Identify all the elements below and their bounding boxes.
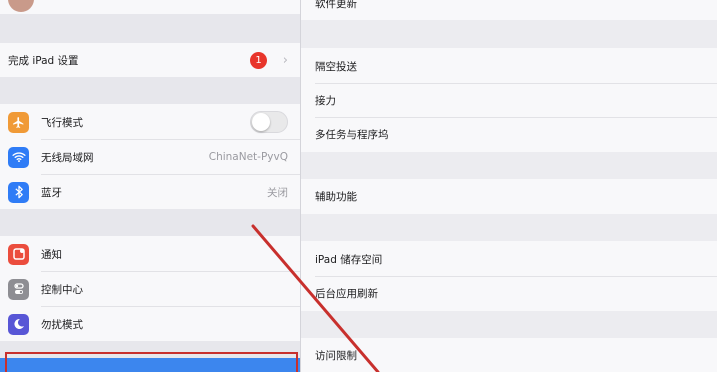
bluetooth-icon: [8, 181, 29, 203]
airplane-mode-toggle[interactable]: [250, 111, 288, 133]
detail-item-handoff[interactable]: 接力: [315, 83, 717, 117]
connectivity-group: 飞行模式 无线局域网 ChinaNet-PyvQ 蓝牙 关闭: [0, 104, 300, 209]
airplane-icon: [8, 111, 29, 133]
moon-icon: [8, 313, 29, 335]
finish-setup-row[interactable]: 完成 iPad 设置 1 ›: [0, 43, 300, 77]
settings-sidebar: 完成 iPad 设置 1 › 飞行模式 无线局域网 ChinaNet-PyvQ: [0, 0, 301, 372]
detail-item-label: 多任务与程序坞: [315, 128, 389, 141]
sidebar-item-label: 通知: [41, 248, 62, 261]
detail-group-3: iPad 储存空间 后台应用刷新: [301, 241, 717, 311]
apple-id-row[interactable]: [0, 0, 300, 14]
sidebar-item-label: 飞行模式: [41, 116, 83, 129]
control-center-icon: [8, 278, 29, 300]
detail-item-label: iPad 储存空间: [315, 253, 383, 266]
wifi-icon: [8, 146, 29, 168]
software-update-label: 软件更新: [315, 0, 357, 10]
software-update-row[interactable]: 软件更新: [301, 0, 717, 20]
detail-item-multitasking[interactable]: 多任务与程序坞: [315, 117, 717, 151]
sidebar-item-do-not-disturb[interactable]: 勿扰模式: [0, 307, 300, 341]
detail-group-1: 隔空投送 接力 多任务与程序坞: [301, 48, 717, 152]
chevron-right-icon: ›: [282, 52, 288, 68]
sidebar-item-notifications[interactable]: 通知: [0, 237, 300, 271]
wifi-network-name: ChinaNet-PyvQ: [208, 151, 288, 163]
avatar: [8, 0, 34, 12]
detail-item-airdrop[interactable]: 隔空投送: [315, 49, 717, 83]
notifications-icon: [8, 243, 29, 265]
sidebar-item-label: 控制中心: [41, 283, 83, 296]
accessibility-row[interactable]: 辅助功能: [301, 179, 717, 214]
general-detail-pane: 软件更新 隔空投送 接力 多任务与程序坞 辅助功能 iPad 储存空间 后台应用…: [301, 0, 717, 372]
restrictions-row[interactable]: 访问限制: [301, 338, 717, 372]
accessibility-label: 辅助功能: [315, 190, 357, 203]
general-group: 通知 控制中心 勿扰模式: [0, 236, 300, 341]
detail-item-label: 接力: [315, 94, 336, 107]
sidebar-item-label: 蓝牙: [41, 186, 62, 199]
toggle-knob: [252, 113, 270, 131]
detail-item-ipad-storage[interactable]: iPad 储存空间: [315, 242, 717, 276]
highlight-box: [5, 352, 298, 372]
bluetooth-status: 关闭: [267, 186, 288, 199]
sidebar-item-label: 无线局域网: [41, 151, 94, 164]
sidebar-item-wifi[interactable]: 无线局域网 ChinaNet-PyvQ: [0, 140, 300, 174]
restrictions-label: 访问限制: [315, 349, 357, 362]
detail-item-label: 隔空投送: [315, 60, 357, 73]
sidebar-item-airplane-mode[interactable]: 飞行模式: [0, 105, 300, 139]
sidebar-item-label: 勿扰模式: [41, 318, 83, 331]
detail-item-background-refresh[interactable]: 后台应用刷新: [315, 276, 717, 310]
notification-badge: 1: [250, 51, 267, 69]
sidebar-item-bluetooth[interactable]: 蓝牙 关闭: [0, 175, 300, 209]
finish-setup-label: 完成 iPad 设置: [8, 54, 79, 67]
detail-item-label: 后台应用刷新: [315, 287, 378, 300]
sidebar-item-control-center[interactable]: 控制中心: [0, 272, 300, 306]
